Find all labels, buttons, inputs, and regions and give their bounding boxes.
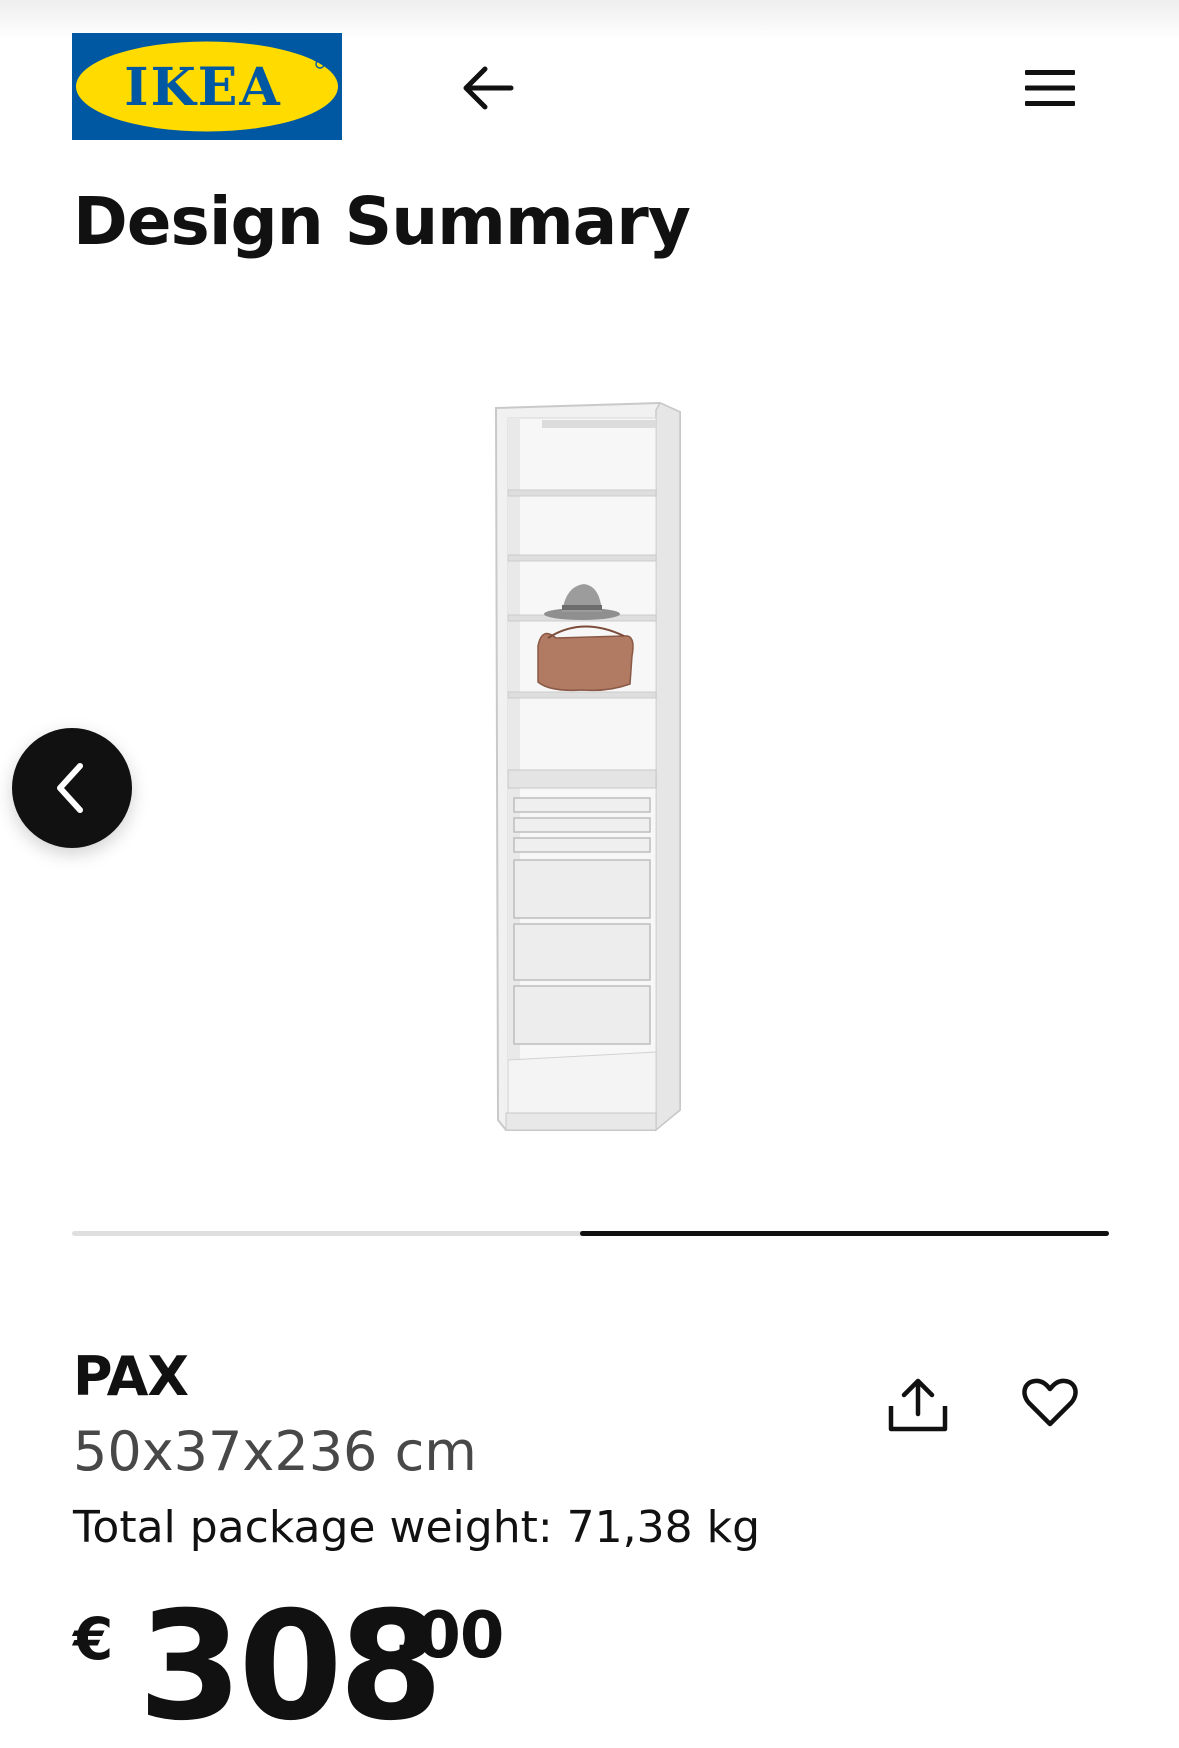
- product-dimensions: 50x37x236 cm: [73, 1420, 477, 1483]
- favourite-button[interactable]: [1010, 1363, 1090, 1443]
- back-button[interactable]: [455, 55, 520, 120]
- previous-image-button[interactable]: [12, 728, 132, 848]
- chevron-left-icon: [57, 763, 83, 813]
- design-summary-page: IKEA Design Summary PAX 50x37x236 cm Tot…: [0, 0, 1179, 1748]
- product-image: [494, 401, 681, 1132]
- product-price: € 308 ,00: [73, 1587, 673, 1747]
- menu-button[interactable]: [1020, 58, 1080, 118]
- product-name: PAX: [73, 1345, 189, 1408]
- carousel-progress-track[interactable]: [72, 1231, 1109, 1236]
- price-currency: €: [73, 1605, 114, 1673]
- logo-text: IKEA: [124, 57, 282, 118]
- hamburger-menu-icon: [1025, 70, 1075, 106]
- page-title: Design Summary: [73, 183, 691, 260]
- ikea-logo[interactable]: IKEA: [72, 33, 342, 140]
- image-carousel[interactable]: [0, 280, 1179, 1180]
- product-weight: Total package weight: 71,38 kg: [73, 1502, 761, 1553]
- share-button[interactable]: [878, 1365, 958, 1445]
- carousel-progress-fill: [580, 1231, 1109, 1236]
- arrow-left-icon: [463, 66, 513, 109]
- share-icon: [888, 1378, 948, 1432]
- price-decimal: ,00: [393, 1599, 504, 1673]
- heart-icon: [1022, 1378, 1078, 1427]
